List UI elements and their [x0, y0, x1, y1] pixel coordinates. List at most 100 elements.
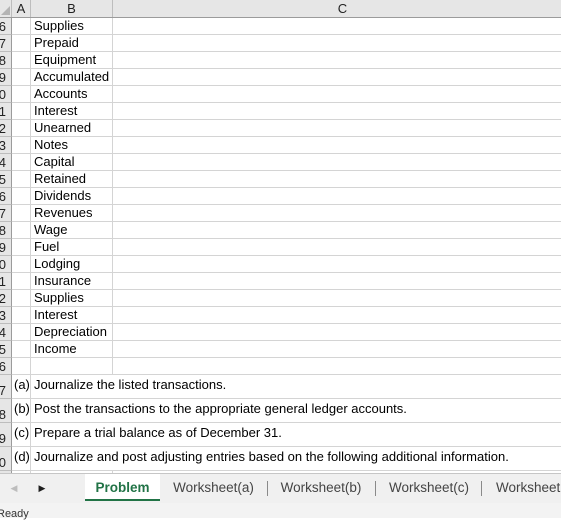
cell-a[interactable] — [12, 171, 31, 188]
cell-a[interactable] — [12, 205, 31, 222]
row-header[interactable]: 34 — [0, 324, 12, 341]
cell-c[interactable] — [113, 341, 561, 358]
cell-b[interactable]: Interest — [31, 103, 113, 120]
row-header[interactable]: 23 — [0, 137, 12, 154]
cell-c[interactable] — [113, 324, 561, 341]
row-header[interactable]: 37 — [0, 375, 12, 399]
cell-c[interactable] — [113, 52, 561, 69]
tab-worksheet-d[interactable]: Worksheet(d) — [483, 474, 561, 501]
row-header[interactable]: 31 — [0, 273, 12, 290]
tab-worksheet-c[interactable]: Worksheet(c) — [376, 474, 482, 501]
task-text-cell[interactable]: Journalize and post adjusting entries ba… — [31, 447, 561, 471]
cell-b[interactable]: Equipment — [31, 52, 113, 69]
cell-c[interactable] — [113, 222, 561, 239]
row-header[interactable]: 20 — [0, 86, 12, 103]
row-header[interactable]: 19 — [0, 69, 12, 86]
cell-a[interactable] — [12, 256, 31, 273]
cell-c[interactable] — [113, 188, 561, 205]
cell-a[interactable] — [12, 324, 31, 341]
task-label-cell[interactable]: (c) — [12, 423, 31, 447]
cell-b[interactable]: Notes — [31, 137, 113, 154]
cell-c[interactable] — [113, 171, 561, 188]
cell-c[interactable] — [113, 120, 561, 137]
cell-c[interactable] — [113, 103, 561, 120]
row-header[interactable]: 28 — [0, 222, 12, 239]
row-header[interactable]: 32 — [0, 290, 12, 307]
row-header[interactable]: 27 — [0, 205, 12, 222]
cell-b[interactable]: Income — [31, 341, 113, 358]
cell-b[interactable]: Supplies — [31, 290, 113, 307]
cell-b[interactable]: Capital — [31, 154, 113, 171]
cell-a[interactable] — [12, 18, 31, 35]
column-header-b[interactable]: B — [31, 0, 113, 17]
cell-b[interactable]: Unearned — [31, 120, 113, 137]
tab-worksheet-b[interactable]: Worksheet(b) — [268, 474, 374, 501]
cell-b[interactable]: Interest — [31, 307, 113, 324]
cell-b[interactable] — [31, 358, 113, 375]
cell-b[interactable]: Accounts — [31, 86, 113, 103]
cell-c[interactable] — [113, 154, 561, 171]
cell-a[interactable] — [12, 103, 31, 120]
column-header-c[interactable]: C — [113, 0, 561, 17]
cell-a[interactable] — [12, 307, 31, 324]
cell-a[interactable] — [12, 239, 31, 256]
cell-c[interactable] — [113, 239, 561, 256]
cell-b[interactable]: Wage — [31, 222, 113, 239]
cell-a[interactable] — [12, 188, 31, 205]
cell-a[interactable] — [12, 290, 31, 307]
row-header[interactable]: 21 — [0, 103, 12, 120]
cell-a[interactable] — [12, 69, 31, 86]
row-header[interactable]: 35 — [0, 341, 12, 358]
row-header[interactable]: 24 — [0, 154, 12, 171]
cell-a[interactable] — [12, 52, 31, 69]
row-header[interactable]: 18 — [0, 52, 12, 69]
cell-c[interactable] — [113, 307, 561, 324]
next-sheet-icon[interactable]: ▶ — [34, 480, 50, 496]
cell-b[interactable]: Revenues — [31, 205, 113, 222]
row-header[interactable]: 38 — [0, 399, 12, 423]
row-header[interactable]: 17 — [0, 35, 12, 52]
cell-b[interactable]: Dividends — [31, 188, 113, 205]
row-header[interactable]: 26 — [0, 188, 12, 205]
row-header[interactable]: 33 — [0, 307, 12, 324]
cell-a[interactable] — [12, 273, 31, 290]
row-header[interactable]: 29 — [0, 239, 12, 256]
cell-a[interactable] — [12, 120, 31, 137]
cell-c[interactable] — [113, 273, 561, 290]
cell-a[interactable] — [12, 341, 31, 358]
cell-c[interactable] — [113, 69, 561, 86]
cell-b[interactable]: Supplies — [31, 18, 113, 35]
tab-worksheet-a[interactable]: Worksheet(a) — [162, 474, 265, 501]
cell-a[interactable] — [12, 137, 31, 154]
cell-b[interactable]: Prepaid — [31, 35, 113, 52]
task-label-cell[interactable]: (b) — [12, 399, 31, 423]
cell-a[interactable] — [12, 222, 31, 239]
cell-c[interactable] — [113, 205, 561, 222]
row-header[interactable]: 25 — [0, 171, 12, 188]
cell-a[interactable] — [12, 35, 31, 52]
cell-c[interactable] — [113, 290, 561, 307]
task-label-cell[interactable]: (d) — [12, 447, 31, 471]
cell-b[interactable]: Fuel — [31, 239, 113, 256]
task-text-cell[interactable]: Journalize the listed transactions. — [31, 375, 561, 399]
row-header[interactable]: 30 — [0, 256, 12, 273]
select-all-button[interactable] — [0, 0, 12, 17]
cell-b[interactable]: Retained — [31, 171, 113, 188]
cell-a[interactable] — [12, 154, 31, 171]
row-header[interactable]: 39 — [0, 423, 12, 447]
cell-b[interactable]: Insurance — [31, 273, 113, 290]
cell-a[interactable] — [12, 358, 31, 375]
row-header[interactable]: 36 — [0, 358, 12, 375]
task-text-cell[interactable]: Prepare a trial balance as of December 3… — [31, 423, 561, 447]
row-header[interactable]: 40 — [0, 447, 12, 471]
cell-c[interactable] — [113, 18, 561, 35]
task-text-cell[interactable]: Post the transactions to the appropriate… — [31, 399, 561, 423]
cell-c[interactable] — [113, 35, 561, 52]
task-label-cell[interactable]: (a) — [12, 375, 31, 399]
cell-a[interactable] — [12, 86, 31, 103]
tab-problem[interactable]: Problem — [85, 474, 160, 501]
cell-b[interactable]: Accumulated — [31, 69, 113, 86]
previous-sheet-icon[interactable]: ◀ — [6, 480, 22, 496]
column-header-a[interactable]: A — [12, 0, 31, 17]
row-header[interactable]: 22 — [0, 120, 12, 137]
